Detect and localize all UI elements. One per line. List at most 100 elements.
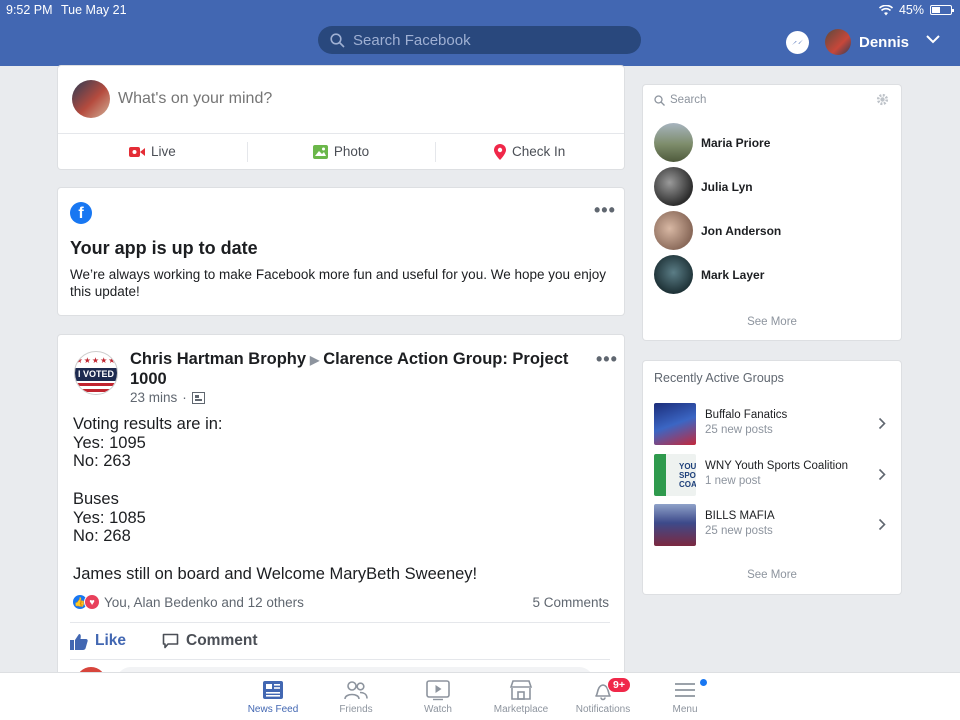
chevron-right-icon [878,417,886,430]
contact-item[interactable]: Maria Priore [654,123,770,162]
live-button[interactable]: Live [58,134,247,169]
location-pin-icon [494,143,507,160]
group-subtitle: 1 new post [705,475,761,487]
post-actions: Like Comment [70,622,610,660]
group-item[interactable]: YOUT SPOR COALIT WNY Youth Sports Coalit… [654,454,894,496]
status-right: 45% [878,3,954,17]
play-arrow-icon: ▶ [310,353,320,367]
tab-label: Marketplace [493,704,549,715]
top-bar: 9:52 PM Tue May 21 45% Dennis [0,0,960,66]
contacts-search[interactable]: Search [654,94,706,106]
search-icon [330,32,345,48]
status-input[interactable] [118,90,598,108]
tab-friends[interactable]: Friends [316,679,396,715]
status-date: Tue May 21 [61,3,127,17]
like-button[interactable]: Like [70,632,126,650]
contacts-panel: Search Maria Priore Julia Lyn Jon Anders… [643,85,901,340]
reactions-summary[interactable]: 👍 ♥ You, Alan Bedenko and 12 others [72,594,304,610]
comments-count[interactable]: 5 Comments [532,595,609,610]
post-line: Buses [73,489,119,508]
search-bar[interactable] [318,26,641,54]
group-name: Buffalo Fanatics [705,409,788,421]
group-thumbnail [654,403,696,445]
wifi-icon [878,4,893,15]
marketplace-icon [509,680,533,700]
tab-label: Menu [672,704,698,715]
contact-name: Jon Anderson [701,223,782,238]
battery-icon [930,5,954,15]
avatar [654,211,693,250]
feed-post: ★★★★★ I VOTED Chris Hartman Brophy ▶ Clare… [58,335,624,697]
avatar-text: I VOTED [75,368,117,381]
group-thumbnail [654,504,696,546]
profile-shortcut[interactable]: Dennis [825,29,909,55]
author-avatar[interactable]: ★★★★★ I VOTED [74,351,118,395]
contact-item[interactable]: Julia Lyn [654,167,753,206]
post-line: James still on board and Welcome MaryBet… [73,564,478,583]
post-line: No: 268 [73,527,131,546]
contact-item[interactable]: Jon Anderson [654,211,781,250]
post-line: No: 263 [73,452,131,471]
post-body: Voting results are in: Yes: 1095 No: 263… [73,415,477,583]
tab-menu[interactable]: Menu [645,679,725,715]
post-line [73,471,477,490]
post-composer: Live Photo Check In [58,66,624,169]
like-label: Like [95,632,127,649]
tab-notifications[interactable]: Notifications 9+ [563,677,643,715]
post-line: Voting results are in: [73,415,223,433]
separator-dot: · [182,390,187,405]
group-audience-icon [191,391,205,404]
more-options-icon[interactable]: ••• [594,200,616,221]
post-line [73,546,477,565]
battery-level-fill [932,7,940,13]
update-title: Your app is up to date [70,238,258,258]
more-options-icon[interactable]: ••• [596,349,618,370]
facebook-logo-icon: f [70,202,92,224]
search-icon [654,94,665,106]
tab-watch[interactable]: Watch [398,679,478,715]
tab-label: Friends [339,704,373,715]
check-in-label: Check In [512,144,566,159]
comment-icon [162,633,179,649]
bottom-tab-bar: News Feed Friends Watch Marketplace Noti… [0,672,960,720]
update-message: We’re always working to make Facebook mo… [70,267,607,299]
live-video-icon [128,146,145,157]
status-bar: 9:52 PM Tue May 21 45% [0,0,960,20]
tab-news-feed[interactable]: News Feed [233,679,313,715]
groups-see-more[interactable]: See More [643,569,901,581]
post-time[interactable]: 23 mins [130,390,177,405]
tab-marketplace[interactable]: Marketplace [481,679,561,715]
avatar [654,167,693,206]
messenger-button[interactable] [786,31,809,54]
group-subtitle: 25 new posts [705,424,773,436]
messenger-icon [792,39,803,45]
group-name: WNY Youth Sports Coalition [705,460,848,472]
avatar [654,123,693,162]
chevron-down-icon[interactable] [925,34,941,44]
friends-icon [344,681,368,700]
post-author[interactable]: Chris Hartman Brophy [130,350,306,368]
gear-icon[interactable] [876,93,889,106]
contacts-see-more[interactable]: See More [643,316,901,328]
contact-item[interactable]: Mark Layer [654,255,764,294]
photo-button[interactable]: Photo [246,134,436,169]
menu-icon [675,683,695,697]
group-item[interactable]: Buffalo Fanatics 25 new posts [654,403,894,445]
group-item[interactable]: BILLS MAFIA 25 new posts [654,504,894,546]
group-subtitle: 25 new posts [705,525,773,537]
post-line: Yes: 1095 [73,433,146,452]
comment-button[interactable]: Comment [162,632,258,650]
contact-name: Mark Layer [701,267,765,282]
post-line: Yes: 1085 [73,508,146,527]
contact-name: Maria Priore [701,135,771,150]
groups-title: Recently Active Groups [654,371,784,385]
search-input[interactable] [353,31,613,49]
notification-badge: 9+ [607,677,631,693]
avatar [654,255,693,294]
post-header: Chris Hartman Brophy ▶ Clarence Action Gro… [130,350,570,389]
comment-label: Comment [186,632,258,649]
group-thumbnail: YOUT SPOR COALIT [654,454,696,496]
post-meta: 23 mins · [130,390,205,405]
check-in-button[interactable]: Check In [435,134,624,169]
tab-label: News Feed [247,704,299,715]
